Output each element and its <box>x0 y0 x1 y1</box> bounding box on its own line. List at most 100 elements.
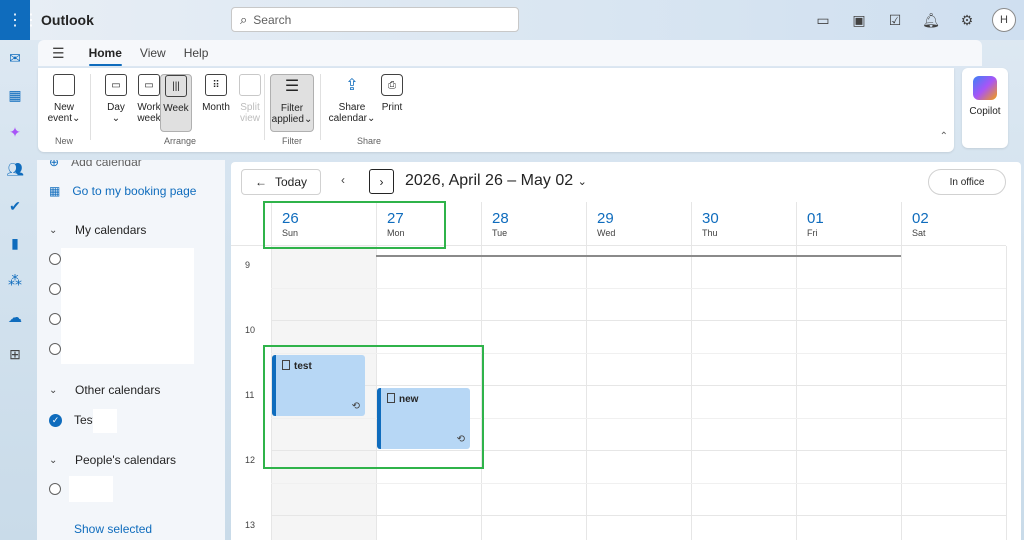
date-range-title[interactable]: 2026, April 26 – May 02 ⌄ <box>405 172 587 190</box>
my-calendar-item[interactable] <box>37 253 61 265</box>
day-icon: ▭ <box>105 74 127 96</box>
chevron-down-icon: ⌄ <box>49 454 58 466</box>
collapse-ribbon-icon[interactable]: ⌃ <box>940 131 948 142</box>
bell-icon[interactable]: 🔔︎ <box>920 9 942 31</box>
hour-label: 10 <box>245 325 256 335</box>
print-icon: ⎙ <box>381 74 403 96</box>
day-column-divider <box>796 246 797 540</box>
highlight-box-day-headers <box>263 201 446 249</box>
booking-page-link[interactable]: ▦ Go to my booking page <box>37 184 196 198</box>
tab-home[interactable]: Home <box>88 46 123 66</box>
hamburger-icon[interactable]: ☰ <box>52 45 65 62</box>
todo-icon[interactable]: ☑ <box>884 9 906 31</box>
calendar-toggle[interactable] <box>49 253 61 265</box>
app-rail: ✉ ▦ ✦ 👥︎ ✔ ▮ ⁂ ☁ ⊞ <box>0 40 30 540</box>
calendar-toggle[interactable] <box>49 313 61 325</box>
calendar-toggle[interactable] <box>49 343 61 355</box>
org-icon[interactable]: ⁂ <box>0 262 30 299</box>
day-name: Sat <box>912 228 926 238</box>
next-week-button[interactable]: › <box>369 169 394 194</box>
half-hour-line <box>271 288 1006 289</box>
previous-week-button[interactable]: ‹ <box>341 173 345 187</box>
filter-button[interactable]: ☰ Filter applied⌄ <box>270 74 314 132</box>
day-name: Tue <box>492 228 508 238</box>
group-label-filter: Filter <box>282 136 302 146</box>
day-header-tue[interactable]: 28 Tue <box>481 202 586 246</box>
show-selected-link[interactable]: Show selected <box>74 522 152 536</box>
day-header-wed[interactable]: 29 Wed <box>586 202 691 246</box>
copilot-button[interactable]: Copilot <box>962 68 1008 148</box>
peoples-calendars-header[interactable]: ⌄ People's calendars <box>37 453 176 467</box>
booking-page-label: Go to my booking page <box>72 184 197 198</box>
day-header-sat[interactable]: 02 Sat <box>901 202 1006 246</box>
calendar-toggle[interactable] <box>49 283 61 295</box>
my-calendar-item[interactable] <box>37 343 61 355</box>
add-calendar-label: Add calendar <box>71 160 142 169</box>
hour-line <box>271 515 1006 516</box>
tab-help[interactable]: Help <box>184 46 209 60</box>
ribbon-tabs: ☰ Home View Help <box>38 40 982 66</box>
my-calendars-header[interactable]: ⌄ My calendars <box>37 223 146 237</box>
files-icon[interactable]: ▮ <box>0 225 30 262</box>
more-apps-icon[interactable]: ⊞ <box>0 336 30 373</box>
work-location-button[interactable]: In office <box>928 169 1006 195</box>
week-icon: ||| <box>165 75 187 97</box>
chevron-down-icon: ⌄ <box>577 176 587 188</box>
today-button[interactable]: ← Today <box>241 169 321 195</box>
day-number: 28 <box>492 210 509 227</box>
onedrive-icon[interactable]: ☁ <box>0 299 30 336</box>
chevron-down-icon: ⌄ <box>49 384 58 396</box>
arrow-left-icon: ← <box>254 175 267 189</box>
my-calendar-item[interactable] <box>37 313 61 325</box>
hour-label: 9 <box>245 260 251 270</box>
checkmark-icon[interactable]: ✓ <box>49 413 62 427</box>
new-event-button[interactable]: New event⌄ <box>42 74 86 132</box>
avatar[interactable]: H <box>992 8 1016 32</box>
other-calendars-header[interactable]: ⌄ Other calendars <box>37 383 160 397</box>
booking-icon: ▦ <box>49 184 61 198</box>
todo-rail-icon[interactable]: ✔ <box>0 188 30 225</box>
day-header-thu[interactable]: 30 Thu <box>691 202 796 246</box>
day-column-divider <box>901 246 902 540</box>
hour-label: 12 <box>245 455 256 465</box>
filter-label-1: Filter <box>280 103 304 114</box>
search-placeholder: Search <box>253 12 292 27</box>
day-column-divider <box>586 246 587 540</box>
copilot-rail-icon[interactable]: ✦ <box>0 114 30 151</box>
meet-now-icon[interactable]: ▭ <box>812 9 834 31</box>
people-icon[interactable]: 👥︎ <box>0 151 30 188</box>
calendar-list-pane: ⊕ Add calendar ▦ Go to my booking page ⌄… <box>37 160 225 540</box>
ribbon: New event⌄ New ▭ Day ⌄ ▭ Work week ||| W… <box>38 68 954 152</box>
my-calendar-item[interactable] <box>37 283 61 295</box>
teams-icon[interactable]: ▣ <box>848 9 870 31</box>
current-time-line <box>376 255 901 257</box>
day-number: 02 <box>912 210 929 227</box>
hour-line <box>271 320 1006 321</box>
gear-icon[interactable]: ⚙ <box>956 9 978 31</box>
group-label-new: New <box>54 136 73 146</box>
mail-icon[interactable]: ✉ <box>0 40 30 77</box>
day-header-fri[interactable]: 01 Fri <box>796 202 901 246</box>
tab-view[interactable]: View <box>140 46 166 60</box>
search-input[interactable]: ⌕ Search <box>231 7 519 32</box>
ribbon-separator <box>320 74 321 140</box>
week-view-button[interactable]: ||| Week <box>160 74 192 132</box>
print-button[interactable]: ⎙ Print <box>370 74 414 132</box>
day-number: 30 <box>702 210 719 227</box>
ribbon-separator <box>90 74 91 140</box>
calendar-icon[interactable]: ▦ <box>0 77 30 114</box>
people-calendar-item[interactable] <box>37 483 61 495</box>
new-event-icon <box>53 74 75 96</box>
copilot-icon <box>973 76 997 100</box>
day-label: Day <box>107 102 125 113</box>
group-label-arrange: Arrange <box>163 136 197 146</box>
app-launcher-icon[interactable]: ⋮⋮⋮ <box>0 0 39 40</box>
calendar-toggle[interactable] <box>49 483 61 495</box>
other-calendar-item[interactable]: ✓ Test <box>37 413 96 427</box>
day-number: 29 <box>597 210 614 227</box>
print-label: Print <box>381 102 403 113</box>
add-calendar-link[interactable]: ⊕ Add calendar <box>37 160 142 169</box>
split-view-button[interactable]: Split view <box>228 74 272 132</box>
top-bar: ⋮⋮⋮ Outlook ⌕ Search ▭ ▣ ☑ 🔔︎ ⚙ H <box>0 0 1024 40</box>
highlight-box-events <box>263 345 484 469</box>
